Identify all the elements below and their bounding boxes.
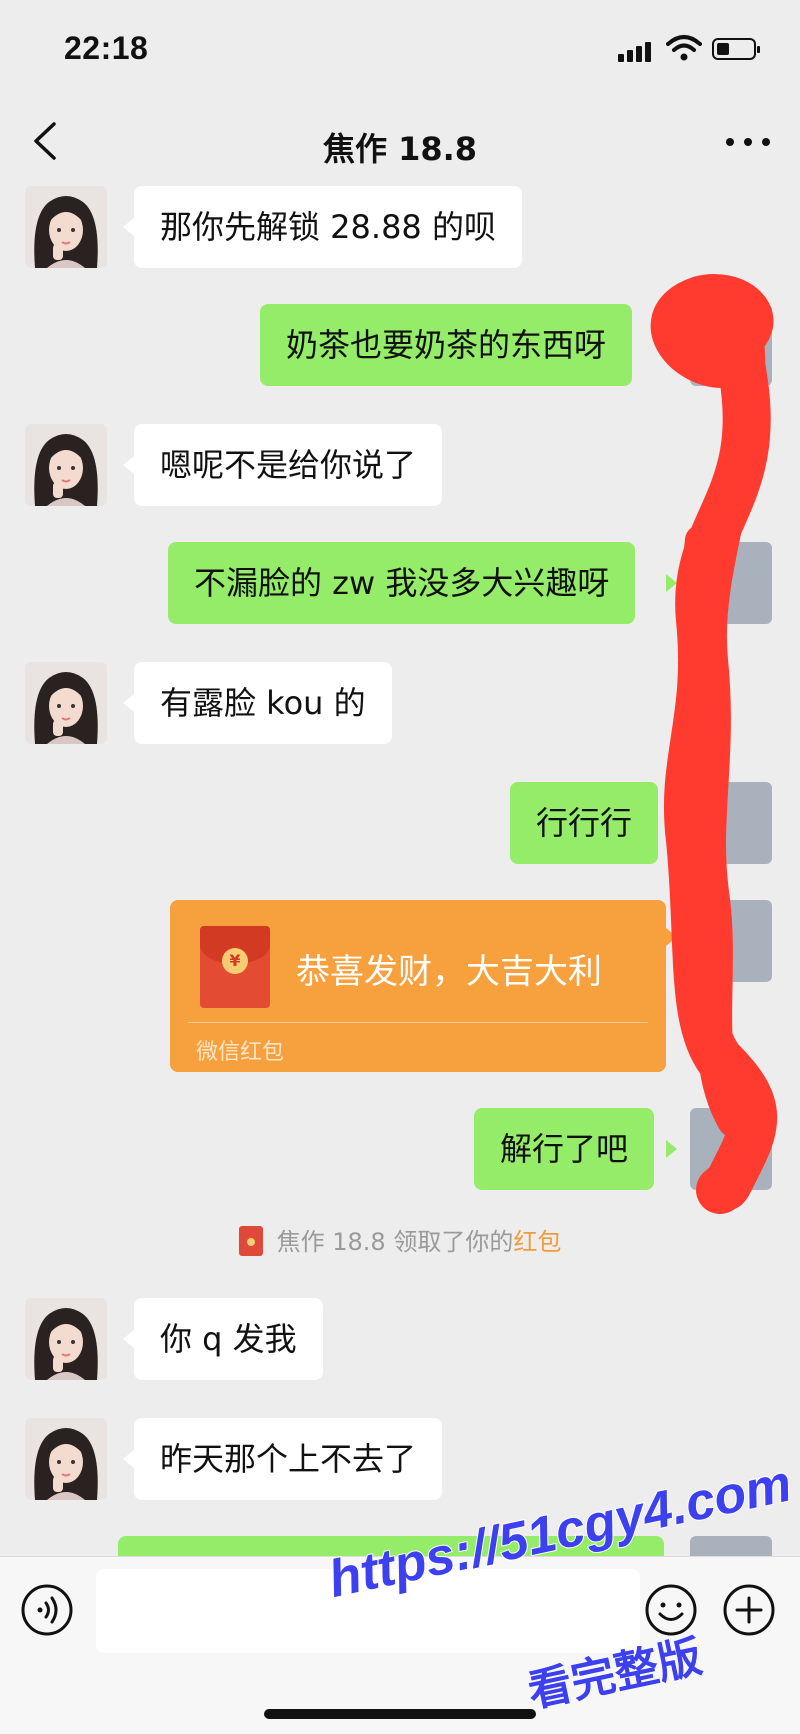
signal-icon (618, 40, 658, 62)
message-bubble[interactable]: 不漏脸的 zw 我没多大兴趣呀 (168, 542, 636, 624)
contact-avatar[interactable] (25, 662, 107, 744)
red-packet-card[interactable]: ¥ 恭喜发财，大吉大利 微信红包 (170, 900, 666, 1072)
wifi-icon (666, 35, 702, 61)
my-avatar[interactable] (690, 542, 772, 624)
message-input[interactable] (96, 1569, 640, 1653)
message-bubble[interactable]: 奶茶也要奶茶的东西呀 (260, 304, 633, 386)
portrait-icon (25, 1418, 107, 1500)
my-avatar[interactable] (690, 900, 772, 982)
yuan-icon: ¥ (222, 948, 248, 974)
plus-icon[interactable] (722, 1583, 776, 1637)
message-bubble[interactable]: 嗯呢不是给你说了 (134, 424, 443, 506)
message-bubble[interactable]: 行行行 (510, 782, 659, 864)
message-bubble[interactable]: 那你先解锁 28.88 的呗 (134, 186, 522, 268)
battery-icon (712, 38, 760, 60)
my-avatar[interactable] (690, 1108, 772, 1190)
message-bubble[interactable]: 你 q 发我 (134, 1298, 323, 1380)
emoji-icon[interactable] (644, 1583, 698, 1637)
voice-icon[interactable] (20, 1583, 74, 1637)
red-packet-icon: ¥ (200, 926, 270, 1008)
status-time: 22:18 (64, 30, 149, 66)
red-packet-label: 微信红包 (196, 1040, 285, 1065)
portrait-icon (25, 424, 107, 506)
red-packet-small-icon (238, 1226, 263, 1256)
contact-avatar[interactable] (25, 186, 107, 268)
portrait-icon (25, 1298, 107, 1380)
nav-bar: 焦作 18.8 (0, 100, 800, 186)
my-avatar[interactable] (690, 304, 772, 386)
input-bar (0, 1556, 800, 1734)
system-message-text: 焦作 18.8 领取了你的 (276, 1228, 514, 1256)
chat-title: 焦作 18.8 (322, 130, 478, 168)
red-packet-link[interactable]: 红包 (513, 1228, 561, 1256)
message-bubble[interactable]: 有露脸 kou 的 (134, 662, 392, 744)
red-packet-greeting: 恭喜发财，大吉大利 (296, 952, 602, 992)
more-icon[interactable] (718, 124, 778, 160)
message-bubble[interactable]: 解行了吧 (474, 1108, 655, 1190)
contact-avatar[interactable] (25, 424, 107, 506)
portrait-icon (25, 662, 107, 744)
contact-avatar[interactable] (25, 1418, 107, 1500)
chat-area[interactable]: 那你先解锁 28.88 的呗 奶茶也要奶茶的东西呀 嗯呢不是给你说了 不漏脸的 … (0, 186, 800, 1566)
message-bubble[interactable]: 昨天那个上不去了 (134, 1418, 443, 1500)
system-message: 焦作 18.8 领取了你的红包 (0, 1222, 800, 1257)
home-indicator (264, 1709, 536, 1719)
status-bar: 22:18 (0, 0, 800, 100)
portrait-icon (25, 186, 107, 268)
contact-avatar[interactable] (25, 1298, 107, 1380)
my-avatar[interactable] (690, 782, 772, 864)
